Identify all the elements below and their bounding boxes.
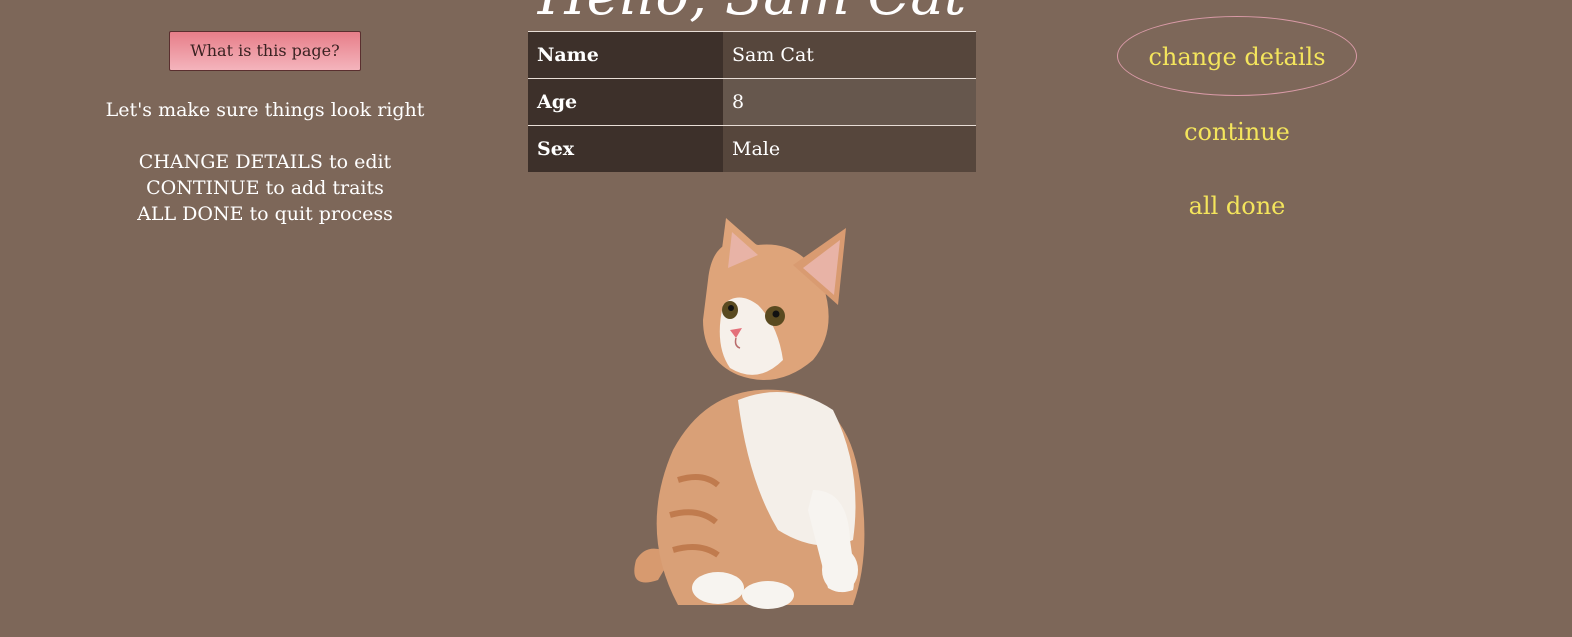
sex-value: Male [723,125,976,172]
table-row: Age 8 [528,78,976,126]
table-row: Sex Male [528,125,976,172]
sex-label: Sex [528,125,723,172]
instructions: CHANGE DETAILS to edit CONTINUE to add t… [80,149,450,227]
page: Hello, Sam Cat What is this page? Let's … [0,0,1572,637]
age-value: 8 [723,78,976,126]
kitten-image [634,218,865,609]
instruction-all-done: ALL DONE to quit process [137,203,393,225]
intro-text: Let's make sure things look right [105,99,425,121]
name-label: Name [528,31,723,79]
name-value: Sam Cat [723,31,976,79]
pet-details-table: Name Sam Cat Age 8 Sex Male [528,31,976,172]
table-row: Name Sam Cat [528,31,976,79]
age-label: Age [528,78,723,126]
nav-links: change details continue all done [1117,16,1357,223]
what-is-this-page-button[interactable]: What is this page? [169,31,361,71]
help-panel: What is this page? Let's make sure thing… [80,31,450,227]
continue-link[interactable]: continue [1117,115,1357,149]
all-done-link[interactable]: all done [1117,189,1357,223]
change-details-link[interactable]: change details [1117,16,1357,96]
instruction-continue: CONTINUE to add traits [146,177,384,199]
instruction-change-details: CHANGE DETAILS to edit [138,151,392,173]
